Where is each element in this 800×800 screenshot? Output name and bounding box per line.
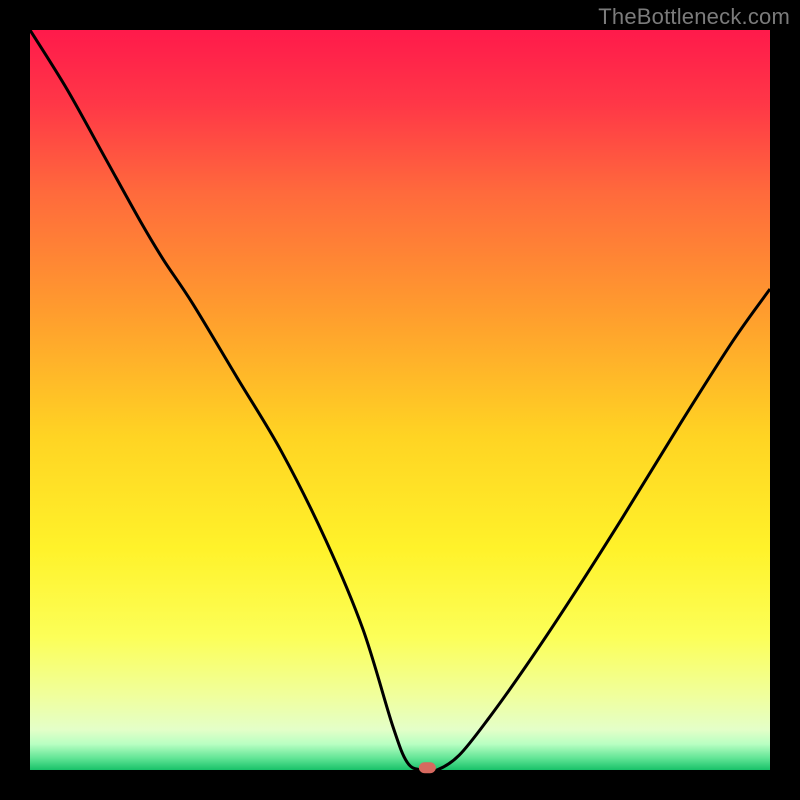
chart-frame: TheBottleneck.com [0,0,800,800]
watermark-text: TheBottleneck.com [598,4,790,30]
bottleneck-chart [0,0,800,800]
plot-background-gradient [30,30,770,770]
optimum-marker [419,762,436,773]
